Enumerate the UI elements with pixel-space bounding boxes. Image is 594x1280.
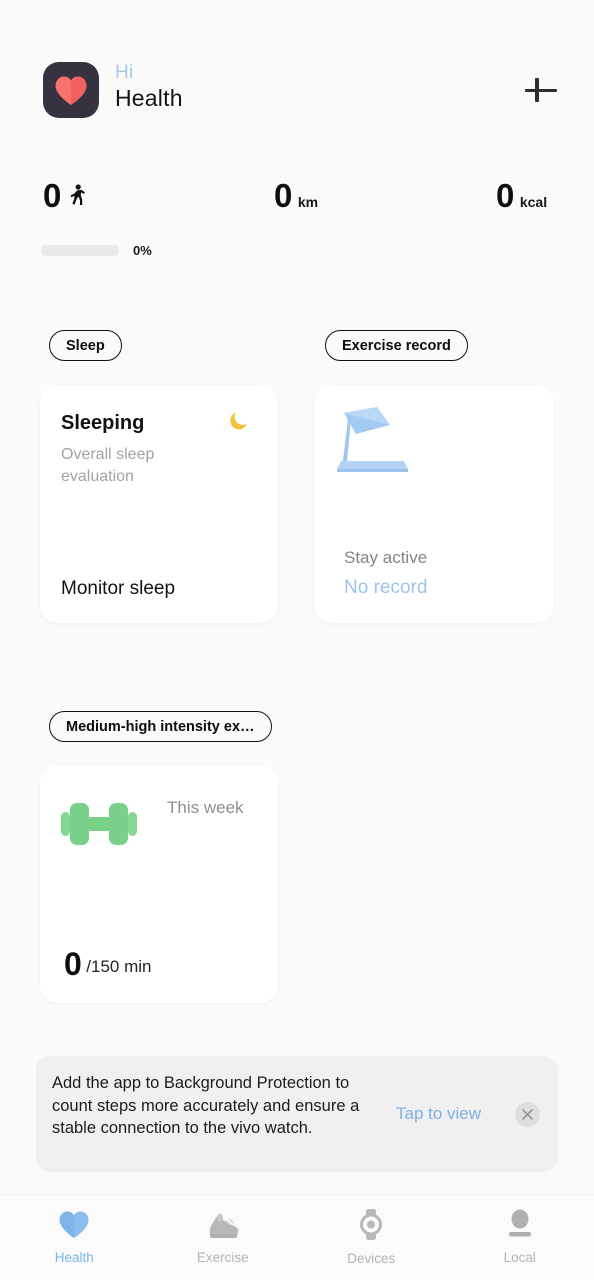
add-button[interactable] [521, 70, 561, 110]
nav-label-local: Local [503, 1250, 536, 1265]
greeting-text: Hi [115, 62, 134, 83]
tap-to-view-link[interactable]: Tap to view [396, 1103, 481, 1125]
exercise-record-card[interactable]: Stay active No record [314, 385, 554, 623]
distance-stat[interactable]: 0 km [274, 178, 318, 214]
nav-item-exercise[interactable]: Exercise [149, 1210, 298, 1266]
sleep-card[interactable]: Sleeping Overall sleep evaluation Monito… [40, 385, 278, 623]
steps-stat[interactable]: 0 [43, 178, 85, 214]
calories-unit: kcal [519, 194, 548, 210]
nav-item-local[interactable]: Local [446, 1209, 594, 1266]
sleep-card-subtitle: Overall sleep evaluation [61, 446, 155, 485]
monitor-sleep-action[interactable]: Monitor sleep [61, 577, 175, 601]
heart-app-icon [43, 62, 99, 118]
page-title: Health [115, 85, 183, 111]
background-protection-banner: Add the app to Background Protection to … [36, 1056, 558, 1172]
distance-unit: km [297, 194, 319, 210]
chip-medium-high-intensity[interactable]: Medium-high intensity ex… [49, 711, 272, 742]
chip-sleep[interactable]: Sleep [49, 330, 122, 361]
heart-icon [58, 1210, 90, 1244]
distance-value: 0 [274, 177, 292, 214]
sleep-card-title: Sleeping [61, 412, 145, 434]
nav-label-exercise: Exercise [196, 1249, 249, 1265]
progress-label: 0% [133, 243, 152, 258]
exercise-card-status: No record [344, 577, 428, 598]
treadmill-icon [332, 399, 442, 494]
nav-label-health: Health [54, 1249, 94, 1265]
running-shoe-icon [206, 1210, 240, 1244]
stats-row: 0 0 km 0 kcal [0, 178, 594, 228]
intensity-goal-label: /150 min [86, 957, 152, 976]
dumbbell-icon [61, 798, 137, 855]
banner-text: Add the app to Background Protection to … [52, 1074, 360, 1137]
steps-value: 0 [43, 177, 61, 214]
calories-stat[interactable]: 0 kcal [496, 178, 547, 214]
bottom-navigation: Health Exercise Devices Local [0, 1194, 594, 1280]
nav-item-health[interactable]: Health [0, 1210, 149, 1266]
nav-item-devices[interactable]: Devices [297, 1208, 446, 1267]
close-icon[interactable] [515, 1102, 540, 1127]
header: Hi Health [0, 24, 594, 118]
greeting-block: Hi Health [115, 62, 183, 113]
steps-progress: 0% [41, 243, 152, 258]
intensity-minutes-value: 0 [64, 946, 82, 982]
walking-person-icon [69, 184, 85, 211]
health-app-screen: Hi Health 0 0 km 0 kcal 0% Sleep Exercis… [0, 0, 594, 1280]
calories-value: 0 [496, 177, 514, 214]
intensity-period-label: This week [167, 798, 244, 817]
nav-label-devices: Devices [347, 1250, 396, 1266]
intensity-card[interactable]: This week 0 /150 min [40, 765, 278, 1003]
progress-track [41, 245, 119, 256]
chip-exercise-record[interactable]: Exercise record [325, 330, 468, 361]
smartwatch-icon [357, 1208, 385, 1245]
person-icon [506, 1209, 534, 1244]
intensity-value-block: 0 /150 min [64, 947, 152, 981]
exercise-card-subtitle: Stay active [344, 548, 428, 567]
crescent-moon-icon [227, 408, 252, 438]
